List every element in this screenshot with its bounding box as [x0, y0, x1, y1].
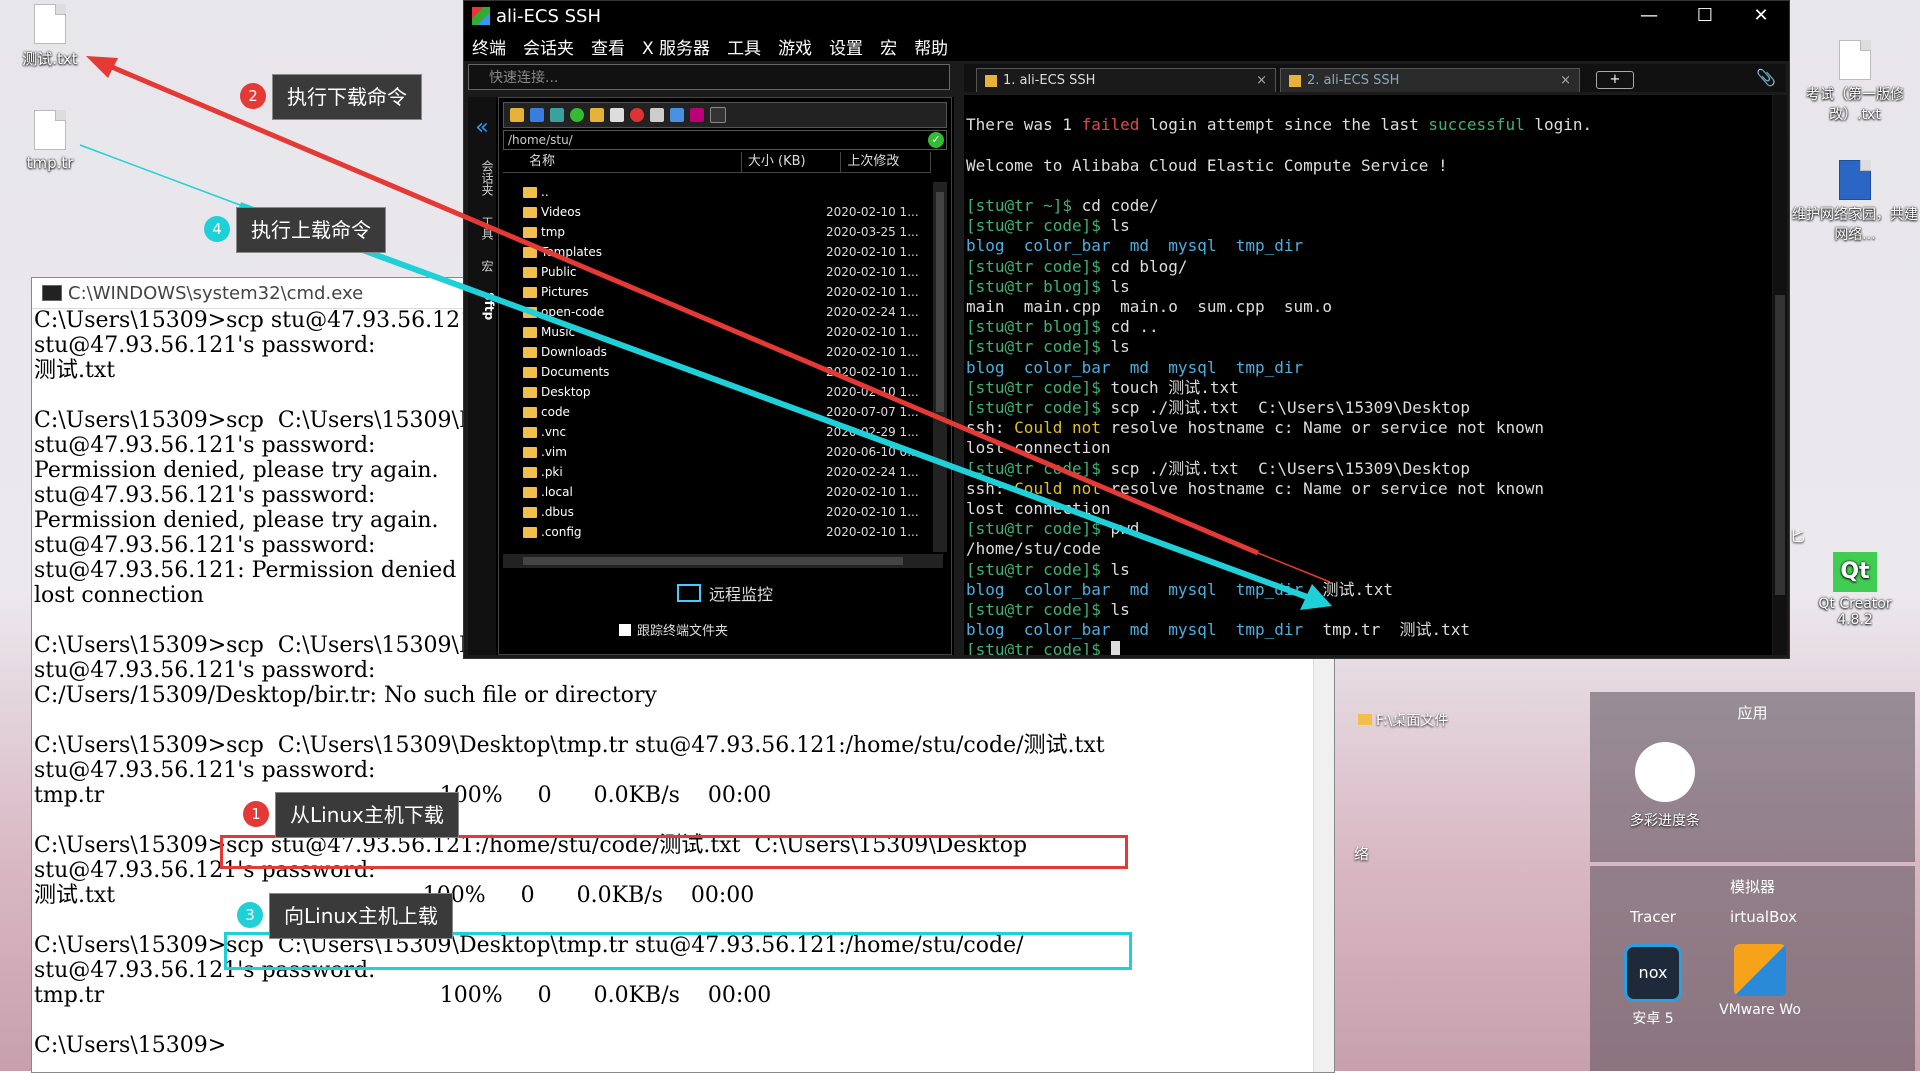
download-arrow-head: [86, 56, 118, 78]
download-highlight-box: [220, 835, 1128, 869]
download-arrow-line: [99, 59, 1259, 556]
annotation-label-1: 从Linux主机下载: [275, 792, 459, 838]
upload-arrow-thin: [79, 144, 241, 206]
annotation-label-4: 执行上载命令: [236, 207, 386, 253]
annotation-badge-3: 3: [237, 902, 263, 928]
annotation-label-3: 向Linux主机上载: [269, 893, 453, 939]
annotation-badge-2: 2: [240, 83, 266, 109]
upload-arrow-line: [238, 202, 1312, 601]
download-arrow-thin: [1257, 552, 1331, 583]
annotation-label-2: 执行下载命令: [272, 74, 422, 120]
annotation-badge-1: 1: [243, 801, 269, 827]
annotation-badge-4: 4: [204, 216, 230, 242]
